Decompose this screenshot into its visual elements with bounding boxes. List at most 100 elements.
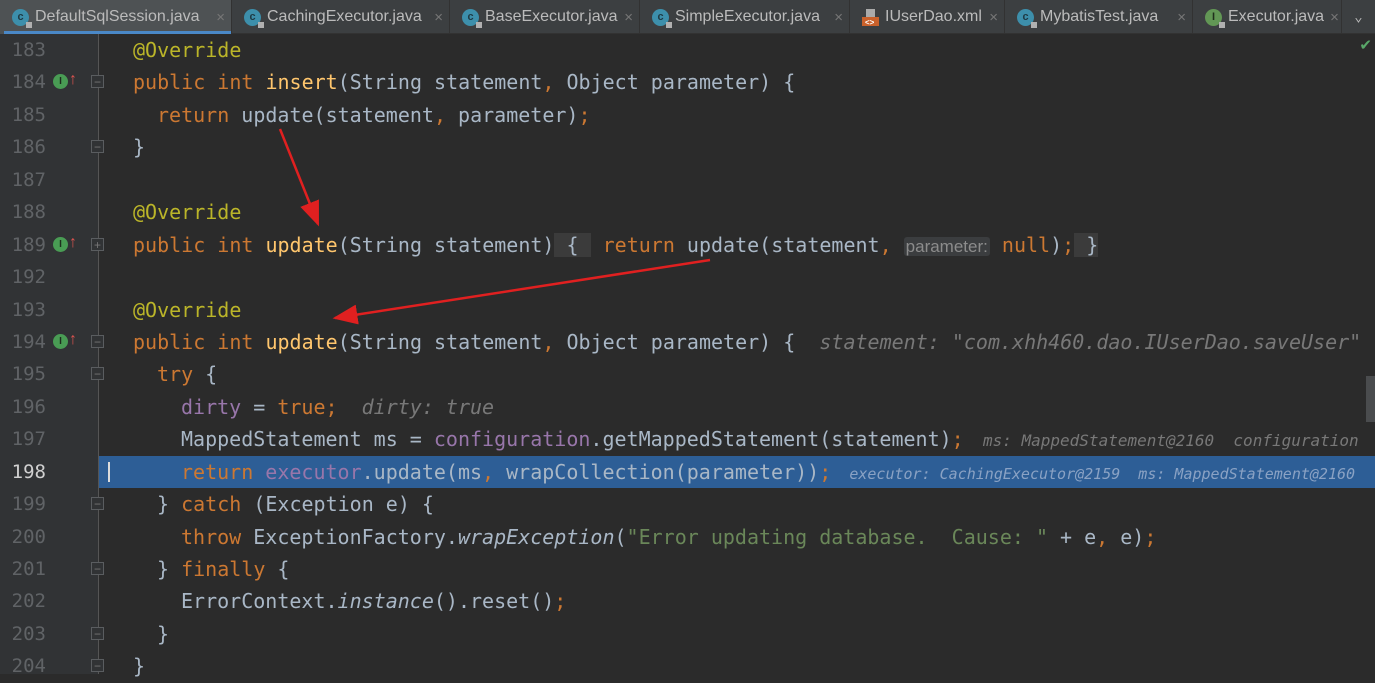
line-number[interactable]: 198 [0,456,46,488]
implements-method-icon[interactable]: I [53,333,68,349]
fold-collapse-icon[interactable]: − [91,626,104,640]
code-content: } catch (Exception e) { [157,488,434,520]
close-icon[interactable]: × [828,9,843,26]
code-token: try [157,362,206,387]
code-text[interactable]: return executor.update(ms, wrapCollectio… [99,455,1375,489]
line-number[interactable]: 200 [0,521,46,553]
code-text[interactable] [99,164,1375,196]
line-number[interactable]: 196 [0,391,46,423]
code-line: 196 dirty = true; dirty: true [0,391,1375,423]
code-text[interactable]: @Override [99,294,1375,326]
fold-collapse-icon[interactable]: − [91,659,104,673]
scrollbar-thumb[interactable] [1366,376,1375,422]
code-line: 187 [0,164,1375,196]
code-text[interactable]: ErrorContext.instance().reset(); [99,585,1375,617]
code-line: 204} − [0,650,1375,682]
tab-mybatistest-java[interactable]: c MybatisTest.java × [1005,0,1193,34]
tab-iuserdao-xml[interactable]: <> IUserDao.xml × [850,0,1005,34]
fold-collapse-icon[interactable]: − [91,140,104,154]
code-token: insert [265,70,338,95]
code-text[interactable]: } [99,650,1375,682]
code-token: return [157,102,242,127]
tab-executor-java[interactable]: I Executor.java × [1193,0,1342,34]
line-number[interactable]: 184 [0,66,46,98]
code-text[interactable]: return update(statement, parameter); [99,99,1375,131]
code-content: return update(statement, parameter); [157,99,591,131]
code-token: (Exception e) { [253,492,434,517]
code-editor[interactable]: 183 @Override 184 I ↑ public int insert(Strin… [0,34,1375,683]
code-token: public int [133,329,266,354]
tab-list-chevron-down-icon[interactable]: ⌄ [1342,0,1375,34]
close-icon[interactable]: × [1324,9,1339,26]
line-number[interactable]: 199 [0,488,46,520]
code-text[interactable]: public int update(String statement, Obje… [99,326,1375,358]
code-token[interactable]: } [1074,232,1099,257]
line-number[interactable]: 192 [0,261,46,293]
implements-method-icon[interactable]: I [53,236,68,252]
code-text[interactable]: } [99,131,1375,163]
overrides-arrow-icon[interactable]: ↑ [69,233,77,253]
code-line: 197 MappedStatement ms = configuration.ge… [0,423,1375,455]
tab-label: IUserDao.xml [885,8,982,25]
code-token: ErrorContext. [181,589,338,614]
tab-defaultsqlsession-java[interactable]: c DefaultSqlSession.java × [0,0,232,34]
code-text[interactable]: throw ExceptionFactory.wrapException("Er… [99,521,1375,553]
class-icon: c [1017,8,1037,28]
code-text[interactable]: } finally { [99,553,1375,585]
code-token[interactable]: { [554,232,591,257]
tab-label: Executor.java [1228,8,1325,25]
fold-collapse-icon[interactable]: − [91,497,104,511]
inspection-ok-check-icon[interactable]: ✔ [1359,36,1372,54]
code-text[interactable]: public int update(String statement) { re… [99,229,1375,261]
code-token: , [433,102,459,127]
fold-collapse-icon[interactable]: − [91,334,104,348]
implements-method-icon[interactable]: I [53,74,68,90]
code-text[interactable]: public int insert(String statement, Obje… [99,66,1375,98]
close-icon[interactable]: × [210,9,225,26]
tab-simpleexecutor-java[interactable]: c SimpleExecutor.java × [640,0,850,34]
line-number[interactable]: 188 [0,196,46,228]
overrides-arrow-icon[interactable]: ↑ [69,70,77,90]
code-token: ) [1050,232,1063,257]
line-number[interactable]: 201 [0,553,46,585]
fold-collapse-icon[interactable]: − [91,562,104,575]
code-token: Object parameter) { [566,70,796,95]
code-text[interactable]: MappedStatement ms = configuration.getMa… [99,423,1375,455]
line-number[interactable]: 195 [0,358,46,390]
fold-expand-icon[interactable]: + [91,237,104,251]
tab-cachingexecutor-java[interactable]: c CachingExecutor.java × [232,0,450,34]
code-token: catch [181,492,254,517]
code-text[interactable]: @Override [99,196,1375,228]
code-text[interactable]: } [99,618,1375,650]
code-content: @Override [133,196,241,228]
line-number[interactable]: 185 [0,99,46,131]
line-number[interactable]: 203 [0,618,46,650]
close-icon[interactable]: × [618,9,633,26]
code-text[interactable]: } catch (Exception e) { [99,488,1375,520]
close-icon[interactable]: × [983,9,998,26]
line-number[interactable]: 189 [0,229,46,261]
code-text[interactable]: dirty = true; dirty: true [99,391,1375,423]
code-line: 183 @Override [0,34,1375,66]
line-number[interactable]: 197 [0,423,46,455]
line-number[interactable]: 202 [0,585,46,617]
line-number[interactable]: 187 [0,164,46,196]
code-text[interactable]: @Override [99,34,1375,66]
line-number[interactable]: 183 [0,34,46,66]
code-line: 195 try {− [0,358,1375,390]
line-number[interactable]: 193 [0,294,46,326]
line-number[interactable]: 194 [0,326,46,358]
line-number[interactable]: 186 [0,131,46,163]
code-text[interactable]: try { [99,358,1375,390]
line-number[interactable]: 204 [0,650,46,682]
fold-collapse-icon[interactable]: − [91,367,104,381]
close-icon[interactable]: × [1171,9,1186,26]
xml-file-icon: <> [862,8,879,26]
close-icon[interactable]: × [428,9,443,26]
code-content: } [157,618,169,650]
fold-collapse-icon[interactable]: − [91,75,104,89]
code-text[interactable] [99,261,1375,293]
code-content: dirty = true; dirty: true [181,391,494,423]
overrides-arrow-icon[interactable]: ↑ [69,330,77,350]
tab-baseexecutor-java[interactable]: c BaseExecutor.java × [450,0,640,34]
